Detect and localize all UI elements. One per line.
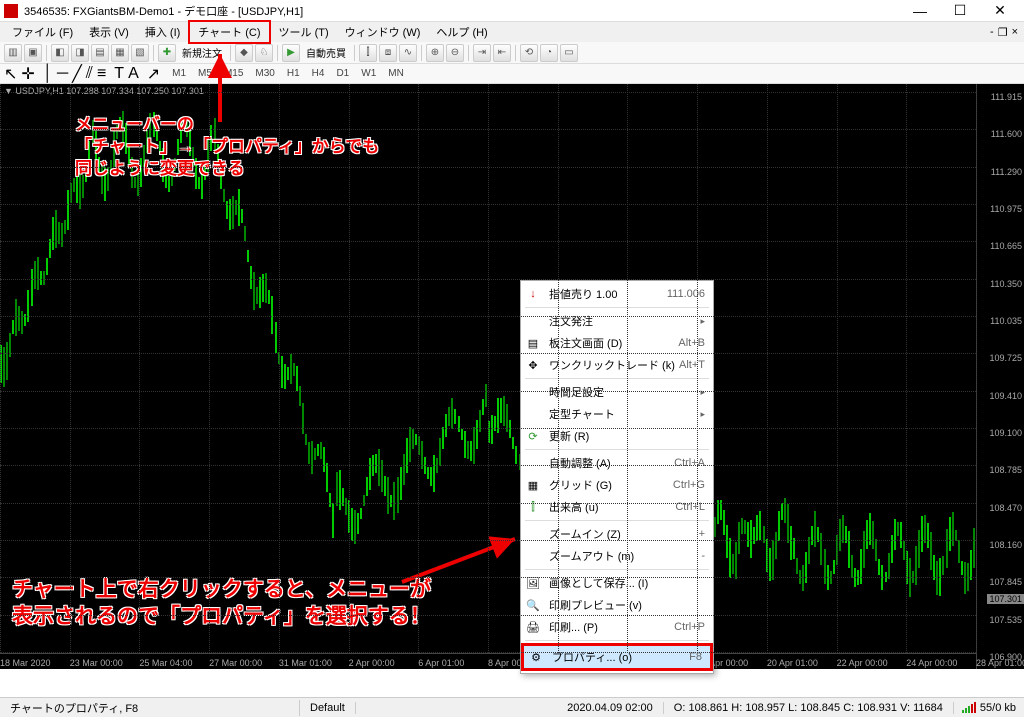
down-arrow-icon: ↓ bbox=[525, 286, 541, 302]
data-window-icon[interactable]: ◨ bbox=[71, 44, 89, 62]
zoom-out-icon[interactable]: ⊖ bbox=[446, 44, 464, 62]
candle-chart-icon[interactable]: ⧈ bbox=[379, 44, 397, 62]
tf-mn[interactable]: MN bbox=[384, 68, 408, 79]
ctx-volume[interactable]: ⫿出来高 (u)Ctrl+L bbox=[521, 496, 713, 518]
ctx-printprev[interactable]: 🔍印刷プレビュー (v) bbox=[521, 594, 713, 616]
terminal-icon[interactable]: ▦ bbox=[111, 44, 129, 62]
new-order-icon[interactable]: ✚ bbox=[158, 44, 176, 62]
options-icon[interactable]: ♘ bbox=[255, 44, 273, 62]
ctx-limit-sell[interactable]: ↓ 指値売り 1.00 111.006 bbox=[521, 283, 713, 305]
cursor-click-icon: ✥ bbox=[525, 357, 541, 373]
auto-trade-button[interactable]: 自動売買 bbox=[302, 45, 350, 60]
auto-scroll-icon[interactable]: ⇥ bbox=[473, 44, 491, 62]
vline-icon[interactable]: │ bbox=[43, 65, 53, 83]
indicators-icon[interactable]: ⟲ bbox=[520, 44, 538, 62]
grid-icon: ▦ bbox=[525, 477, 541, 493]
cursor-icon[interactable]: ↖ bbox=[4, 64, 17, 84]
status-datetime: 2020.04.09 02:00 bbox=[557, 702, 664, 714]
volume-icon: ⫿ bbox=[525, 499, 541, 515]
menu-window[interactable]: ウィンドウ (W) bbox=[337, 22, 429, 42]
minimize-button[interactable]: — bbox=[900, 1, 940, 21]
status-hint: チャートのプロパティ, F8 bbox=[0, 700, 300, 716]
price-axis: 111.915111.600111.290110.975110.665110.3… bbox=[976, 84, 1024, 669]
toolbar-main: ▥ ▣ ◧ ◨ ▤ ▦ ▧ ✚ 新規注文 ◆ ♘ ▶ 自動売買 ⫿ ⧈ ∿ ⊕ … bbox=[0, 42, 1024, 64]
navigator-icon[interactable]: ▤ bbox=[91, 44, 109, 62]
app-icon bbox=[4, 4, 18, 18]
tf-h1[interactable]: H1 bbox=[283, 68, 304, 79]
trendline-icon[interactable]: ╱ bbox=[72, 64, 82, 84]
tf-w1[interactable]: W1 bbox=[357, 68, 380, 79]
menu-view[interactable]: 表示 (V) bbox=[81, 22, 137, 42]
signal-icon bbox=[962, 702, 976, 713]
arrow-icon[interactable]: ↗ bbox=[147, 64, 160, 84]
annotation-top: メニューバーの 「チャート」→「プロパティ」からでも 同じように変更できる bbox=[75, 114, 379, 180]
zoom-in-icon[interactable]: ⊕ bbox=[426, 44, 444, 62]
refresh-icon: ⟳ bbox=[525, 428, 541, 444]
ctx-zoomout[interactable]: ズームアウト (m)- bbox=[521, 545, 713, 567]
ctx-order[interactable]: 注文発注▸ bbox=[521, 310, 713, 332]
board-icon: ▤ bbox=[525, 335, 541, 351]
time-axis: 18 Mar 202023 Mar 00:0025 Mar 04:0027 Ma… bbox=[0, 653, 976, 669]
tf-m15[interactable]: M15 bbox=[220, 68, 247, 79]
status-ohlc: O: 108.861 H: 108.957 L: 108.845 C: 108.… bbox=[664, 702, 954, 714]
menu-help[interactable]: ヘルプ (H) bbox=[428, 22, 495, 42]
auto-trade-icon[interactable]: ▶ bbox=[282, 44, 300, 62]
printer-icon: 🖨 bbox=[525, 619, 541, 635]
mdi-minimize-icon[interactable]: - bbox=[990, 26, 994, 39]
hline-icon[interactable]: ─ bbox=[57, 65, 68, 83]
tf-m1[interactable]: M1 bbox=[168, 68, 190, 79]
periods-icon[interactable]: ◔ bbox=[540, 44, 558, 62]
menu-tool[interactable]: ツール (T) bbox=[271, 22, 337, 42]
chart-shift-icon[interactable]: ⇤ bbox=[493, 44, 511, 62]
menubar: ファイル (F) 表示 (V) 挿入 (I) チャート (C) ツール (T) … bbox=[0, 22, 1024, 42]
market-watch-icon[interactable]: ◧ bbox=[51, 44, 69, 62]
status-profile[interactable]: Default bbox=[300, 702, 356, 714]
close-button[interactable]: ✕ bbox=[980, 1, 1020, 21]
templates-icon[interactable]: ▭ bbox=[560, 44, 578, 62]
printpreview-icon: 🔍 bbox=[525, 597, 541, 613]
ctx-saveimg[interactable]: 🖼画像として保存... (I) bbox=[521, 572, 713, 594]
line-chart-icon[interactable]: ∿ bbox=[399, 44, 417, 62]
ctx-properties[interactable]: ⚙プロパティ... (o)F8 bbox=[524, 646, 710, 668]
mdi-close-icon[interactable]: × bbox=[1012, 26, 1018, 39]
status-connection[interactable]: 55/0 kb bbox=[954, 702, 1024, 714]
ctx-grid[interactable]: ▦グリッド (G)Ctrl+G bbox=[521, 474, 713, 496]
profile-icon[interactable]: ▣ bbox=[24, 44, 42, 62]
menu-chart[interactable]: チャート (C) bbox=[188, 20, 270, 44]
tf-h4[interactable]: H4 bbox=[308, 68, 329, 79]
ctx-zoomin[interactable]: ズームイン (Z)+ bbox=[521, 523, 713, 545]
menu-file[interactable]: ファイル (F) bbox=[4, 22, 81, 42]
label-icon[interactable]: A bbox=[128, 65, 139, 83]
tf-m30[interactable]: M30 bbox=[251, 68, 278, 79]
metaeditor-icon[interactable]: ◆ bbox=[235, 44, 253, 62]
new-order-button[interactable]: 新規注文 bbox=[178, 45, 226, 60]
statusbar: チャートのプロパティ, F8 Default 2020.04.09 02:00 … bbox=[0, 697, 1024, 717]
maximize-button[interactable]: ☐ bbox=[940, 1, 980, 21]
channel-icon[interactable]: ⫽ bbox=[86, 65, 93, 83]
titlebar: 3546535: FXGiantsBM-Demo1 - デモ口座 - [USDJ… bbox=[0, 0, 1024, 22]
ctx-board[interactable]: ▤板注文画面 (D)Alt+B bbox=[521, 332, 713, 354]
new-chart-icon[interactable]: ▥ bbox=[4, 44, 22, 62]
mdi-restore-icon[interactable]: ❐ bbox=[998, 26, 1008, 39]
menu-insert[interactable]: 挿入 (I) bbox=[137, 22, 188, 42]
annotation-bottom: チャート上で右クリックすると、メニューが 表示されるので「プロパティ」を選択する… bbox=[12, 576, 431, 631]
tester-icon[interactable]: ▧ bbox=[131, 44, 149, 62]
bar-chart-icon[interactable]: ⫿ bbox=[359, 44, 377, 62]
ctx-timeframe[interactable]: 時間足設定▸ bbox=[521, 381, 713, 403]
fibo-icon[interactable]: ≡ bbox=[97, 65, 106, 83]
ctx-template[interactable]: 定型チャート▸ bbox=[521, 403, 713, 425]
ctx-oneclick[interactable]: ✥ワンクリックトレード (k)Alt+T bbox=[521, 354, 713, 376]
text-icon[interactable]: T bbox=[114, 65, 124, 83]
tf-m5[interactable]: M5 bbox=[194, 68, 216, 79]
ctx-print[interactable]: 🖨印刷... (P)Ctrl+P bbox=[521, 616, 713, 638]
crosshair-icon[interactable]: ✛ bbox=[21, 64, 34, 84]
chart-area[interactable]: ▼ USDJPY,H1 107.288 107.334 107.250 107.… bbox=[0, 84, 1024, 669]
tf-d1[interactable]: D1 bbox=[332, 68, 353, 79]
ctx-autoadj[interactable]: 自動調整 (A)Ctrl+A bbox=[521, 452, 713, 474]
toolbar-sub: ↖ ✛ │ ─ ╱ ⫽ ≡ T A ↗ M1 M5 M15 M30 H1 H4 … bbox=[0, 64, 1024, 84]
window-title: 3546535: FXGiantsBM-Demo1 - デモ口座 - [USDJ… bbox=[24, 3, 900, 19]
